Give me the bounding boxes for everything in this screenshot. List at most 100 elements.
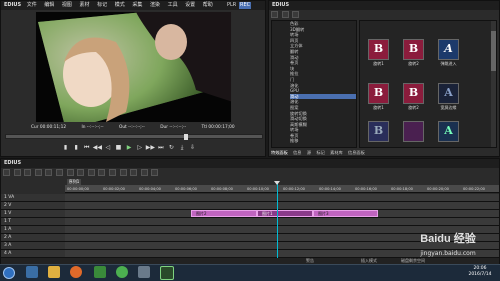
track-header[interactable]: 1 T bbox=[1, 218, 65, 226]
firefox-icon[interactable] bbox=[70, 266, 82, 278]
track-header[interactable]: 4 A bbox=[1, 250, 65, 258]
scrubber-handle[interactable] bbox=[184, 134, 188, 140]
effect-tile[interactable]: B bbox=[368, 121, 389, 142]
effect-tile[interactable]: A bbox=[438, 39, 459, 60]
menu-help[interactable]: 帮助 bbox=[203, 2, 213, 8]
ruler-time: 00:00:12;00 bbox=[283, 187, 305, 191]
player-scrubber[interactable] bbox=[5, 134, 263, 140]
timeline-clip[interactable]: 图片1 bbox=[257, 210, 313, 217]
set-in-icon[interactable]: ▮ bbox=[61, 144, 70, 151]
loop-icon[interactable]: ↻ bbox=[167, 144, 176, 151]
set-out-icon[interactable]: ▮ bbox=[72, 144, 81, 151]
ruler-time: 00:00:20;00 bbox=[427, 187, 449, 191]
folder-icon[interactable] bbox=[48, 266, 60, 278]
track-header[interactable]: 1 V bbox=[1, 210, 65, 218]
zoom-button[interactable] bbox=[151, 169, 159, 176]
tab-bin[interactable]: 素材库 bbox=[330, 150, 343, 155]
effect-tile[interactable]: B bbox=[403, 83, 424, 104]
menu-clip[interactable]: 素材 bbox=[80, 2, 90, 8]
track-header[interactable]: 3 A bbox=[1, 242, 65, 250]
ruler-time: 00:00:22;00 bbox=[463, 187, 485, 191]
effect-tile[interactable]: B bbox=[403, 39, 424, 60]
edius-taskbar-icon[interactable] bbox=[160, 266, 174, 280]
timeline-clip[interactable]: 图片2 bbox=[191, 210, 257, 217]
effects-view-button[interactable] bbox=[281, 11, 289, 18]
menu-mode[interactable]: 模式 bbox=[115, 2, 125, 8]
effect-tile[interactable]: A bbox=[438, 83, 459, 104]
media-icon[interactable] bbox=[94, 266, 106, 278]
fast-forward-icon[interactable]: ▶▶ bbox=[146, 144, 155, 151]
rewind-icon[interactable]: ◀◀ bbox=[93, 144, 102, 151]
overwrite-icon[interactable]: ⇩ bbox=[188, 144, 197, 151]
menu-edit[interactable]: 编辑 bbox=[44, 2, 54, 8]
timeline-clip[interactable]: 图片3 bbox=[313, 210, 378, 217]
ripple-button[interactable] bbox=[98, 169, 106, 176]
mode-badge-rec[interactable]: REC bbox=[239, 2, 252, 9]
track-lane[interactable] bbox=[65, 218, 499, 226]
tree-item[interactable]: 推移 bbox=[290, 138, 356, 144]
menu-tools[interactable]: 工具 bbox=[168, 2, 178, 8]
step-forward-icon[interactable]: ▷ bbox=[135, 144, 144, 151]
track-header[interactable]: 1 A bbox=[1, 226, 65, 234]
explorer-icon[interactable] bbox=[26, 266, 38, 278]
tab-info[interactable]: 信息 bbox=[293, 150, 301, 155]
tab-marker[interactable]: 标记 bbox=[316, 150, 324, 155]
ruler-time: 00:00:08;00 bbox=[211, 187, 233, 191]
prev-edit-icon[interactable]: ⏮ bbox=[82, 144, 91, 152]
menu-capture[interactable]: 采集 bbox=[132, 2, 142, 8]
snap-button[interactable] bbox=[119, 169, 127, 176]
player-titlebar: EDIUS 文件 编辑 视图 素材 标记 模式 采集 渲染 工具 设置 帮助 P… bbox=[1, 1, 265, 10]
playhead-marker-icon[interactable] bbox=[274, 181, 280, 185]
start-button[interactable] bbox=[3, 267, 15, 279]
menu-file[interactable]: 文件 bbox=[27, 2, 37, 8]
ruler-time: 00:00:14;00 bbox=[319, 187, 341, 191]
track-lane[interactable]: 图片2 图片1 图片3 bbox=[65, 210, 499, 218]
track-header[interactable]: 2 V bbox=[1, 202, 65, 210]
menu-marker[interactable]: 标记 bbox=[97, 2, 107, 8]
stop-icon[interactable]: ■ bbox=[114, 144, 123, 151]
playhead[interactable] bbox=[277, 183, 278, 259]
track-lane[interactable] bbox=[65, 202, 499, 210]
menu-settings[interactable]: 设置 bbox=[185, 2, 195, 8]
effect-tile[interactable]: A bbox=[438, 121, 459, 142]
track-header[interactable]: 2 A bbox=[1, 234, 65, 242]
sync-button[interactable] bbox=[108, 169, 116, 176]
photo-icon[interactable] bbox=[138, 266, 150, 278]
redo-button[interactable] bbox=[45, 169, 53, 176]
tab-info-panel[interactable]: 信息面板 bbox=[348, 150, 365, 155]
chat-icon[interactable] bbox=[116, 266, 128, 278]
insert-icon[interactable]: ⤓ bbox=[178, 144, 187, 152]
timecode-ttl: Ttl 00:00:17;00 bbox=[201, 125, 235, 130]
paste-button[interactable] bbox=[77, 169, 85, 176]
render-button[interactable] bbox=[130, 169, 138, 176]
save-button[interactable] bbox=[24, 169, 32, 176]
menu-view[interactable]: 视图 bbox=[62, 2, 72, 8]
copy-button[interactable] bbox=[66, 169, 74, 176]
delete-button[interactable] bbox=[87, 169, 95, 176]
tab-effects[interactable]: 特效面板 bbox=[271, 150, 288, 155]
cut-button[interactable] bbox=[55, 169, 63, 176]
effect-tile[interactable]: B bbox=[368, 39, 389, 60]
timeline-ruler[interactable]: 00:00:00;00 00:00:02;00 00:00:04;00 00:0… bbox=[65, 185, 499, 193]
next-edit-icon[interactable]: ⏭ bbox=[156, 144, 165, 152]
tab-source[interactable]: 源 bbox=[307, 150, 311, 155]
effect-tile[interactable] bbox=[403, 121, 424, 142]
tray-clock[interactable]: 20:06 2016/7/14 bbox=[462, 266, 498, 280]
tile-scrollbar[interactable] bbox=[491, 21, 496, 147]
effects-folder-button[interactable] bbox=[271, 11, 278, 18]
track-header[interactable]: 1 VA bbox=[1, 194, 65, 202]
effects-tabbar: 特效面板 信息 源 标记 素材库 信息面板 bbox=[271, 149, 499, 156]
effect-tile[interactable]: B bbox=[368, 83, 389, 104]
new-sequence-button[interactable] bbox=[3, 169, 10, 176]
play-icon[interactable]: ▶ bbox=[125, 144, 134, 151]
effects-search-button[interactable] bbox=[292, 11, 300, 18]
track-lane[interactable] bbox=[65, 194, 499, 202]
step-back-icon[interactable]: ◁ bbox=[103, 144, 112, 151]
menu-render[interactable]: 渲染 bbox=[150, 2, 160, 8]
timeline-app-logo: EDIUS bbox=[4, 160, 22, 166]
mode-badge-plr[interactable]: PLR bbox=[227, 1, 236, 10]
undo-button[interactable] bbox=[34, 169, 42, 176]
tile-scrollbar-thumb[interactable] bbox=[491, 31, 496, 71]
marker-button[interactable] bbox=[140, 169, 148, 176]
open-button[interactable] bbox=[13, 169, 21, 176]
